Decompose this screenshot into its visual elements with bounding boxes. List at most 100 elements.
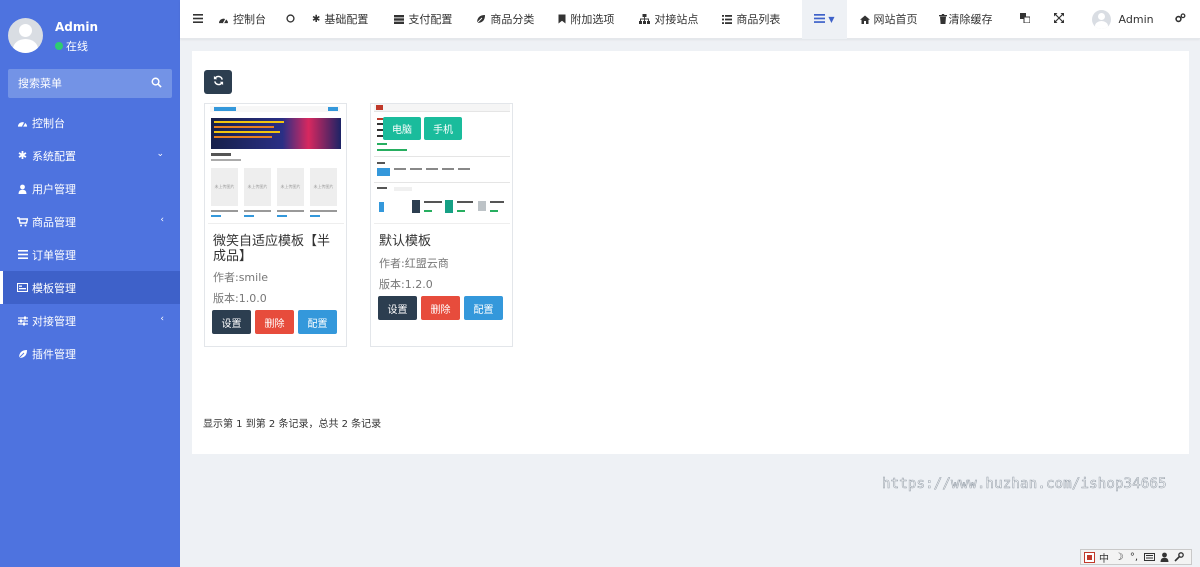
delete-button[interactable]: 删除	[421, 296, 460, 320]
refresh-icon	[213, 75, 224, 89]
search-icon[interactable]	[151, 77, 162, 91]
sidebar-item-label: 对接管理	[32, 314, 76, 328]
user-panel: Admin 在线	[0, 0, 180, 62]
sidebar-item-label: 插件管理	[32, 347, 76, 361]
template-author: 作者:红盟云商	[379, 257, 449, 270]
nav-tab-docking-sites[interactable]: 对接站点	[626, 0, 710, 39]
nav-tab-payment-config[interactable]: 支付配置	[380, 0, 464, 39]
user-icon[interactable]	[1158, 551, 1170, 563]
configure-button[interactable]: 配置	[464, 296, 503, 320]
leaf-icon	[476, 14, 486, 24]
gear-icon: ✱	[17, 149, 28, 162]
template-title: 默认模板	[379, 234, 432, 249]
delete-button[interactable]: 删除	[255, 310, 294, 334]
nav-tab-label: 商品分类	[490, 13, 535, 26]
thumb-placeholder: 未上传图片	[277, 168, 304, 206]
nav-tab-basic-config[interactable]: ✱ 基础配置	[312, 0, 380, 39]
template-author: 作者:smile	[213, 271, 269, 284]
dashboard-icon	[218, 15, 229, 24]
list-icon	[17, 250, 28, 259]
nav-tab-goods-list[interactable]: 商品列表	[710, 0, 802, 39]
nav-more-dropdown[interactable]: ▼	[802, 0, 847, 39]
template-preview-image[interactable]: 未上传图片 未上传图片 未上传图片 未上传图片	[208, 104, 344, 224]
gears-icon	[1174, 12, 1186, 26]
nav-tab-label: 控制台	[233, 13, 266, 26]
menu-search	[8, 69, 172, 98]
caret-down-icon: ▼	[828, 14, 835, 24]
circle-icon	[286, 13, 295, 26]
server-icon	[394, 14, 405, 24]
nav-refresh-button[interactable]	[276, 0, 312, 39]
sidebar-item-label: 用户管理	[32, 182, 76, 196]
bookmark-icon	[558, 14, 566, 24]
ime-logo-icon[interactable]	[1083, 551, 1095, 563]
nav-fullscreen-button[interactable]	[1044, 0, 1087, 39]
sidebar-item-label: 商品管理	[32, 215, 76, 229]
online-dot-icon	[55, 42, 63, 50]
nav-home-link[interactable]: 网站首页	[847, 0, 930, 39]
configure-button[interactable]: 配置	[298, 310, 337, 334]
sidebar: Admin 在线 控制台 ✱ 系统配置 ⌄ 用户管理 商品管理 ‹	[0, 0, 180, 567]
thumb-placeholder: 未上传图片	[310, 168, 337, 206]
sidebar-item-label: 系统配置	[32, 149, 76, 163]
preview-desktop-button[interactable]: 电脑	[383, 117, 421, 140]
chevron-left-icon: ‹	[160, 215, 164, 225]
nav-clear-cache-label: 清除缓存	[948, 13, 993, 26]
top-navbar: 控制台 ✱ 基础配置 支付配置 商品分类 附加选项 对接站点 商品列表 ▼ 网站…	[180, 0, 1200, 39]
nav-language-button[interactable]	[1007, 0, 1044, 39]
settings-button[interactable]: 设置	[212, 310, 251, 334]
sidebar-item-plugins[interactable]: 插件管理	[0, 337, 180, 370]
ime-toolbar: 中 ☽ °,	[1080, 549, 1192, 565]
nav-tab-goods-category[interactable]: 商品分类	[464, 0, 546, 39]
thumb-placeholder: 未上传图片	[244, 168, 271, 206]
chevron-left-icon: ‹	[160, 314, 164, 324]
sidebar-item-templates[interactable]: 模板管理	[0, 271, 180, 304]
nav-tab-addon-options[interactable]: 附加选项	[546, 0, 626, 39]
user-avatar[interactable]	[8, 18, 43, 53]
sidebar-item-integration[interactable]: 对接管理 ‹	[0, 304, 180, 337]
punctuation-icon[interactable]: °,	[1128, 551, 1140, 563]
menu-search-input[interactable]	[18, 77, 138, 90]
sliders-icon	[17, 316, 28, 326]
template-version: 版本:1.0.0	[213, 292, 267, 305]
user-icon	[17, 184, 28, 194]
nav-tab-label: 支付配置	[408, 13, 453, 26]
sidebar-item-dashboard[interactable]: 控制台	[0, 106, 180, 139]
nav-tab-label: 附加选项	[570, 13, 615, 26]
pagination-info: 显示第 1 到第 2 条记录，总共 2 条记录	[203, 419, 382, 430]
nav-tab-dashboard[interactable]: 控制台	[215, 0, 276, 39]
sidebar-item-users[interactable]: 用户管理	[0, 172, 180, 205]
moon-icon[interactable]: ☽	[1113, 551, 1125, 563]
ime-mode-toggle[interactable]: 中	[1098, 551, 1110, 565]
settings-button[interactable]: 设置	[378, 296, 417, 320]
nav-settings-button[interactable]	[1174, 0, 1186, 39]
preview-mobile-button[interactable]: 手机	[424, 117, 462, 140]
home-icon	[859, 15, 870, 24]
list-icon	[814, 12, 826, 26]
nav-clear-cache-button[interactable]: 清除缓存	[930, 0, 1007, 39]
template-actions: 设置 删除 配置	[378, 296, 503, 320]
keyboard-icon[interactable]	[1143, 551, 1155, 563]
nav-user-name: Admin	[1118, 12, 1154, 26]
hamburger-icon	[193, 13, 203, 26]
translate-icon	[1019, 12, 1031, 26]
gear-icon: ✱	[312, 13, 321, 25]
sidebar-item-goods[interactable]: 商品管理 ‹	[0, 205, 180, 238]
user-name: Admin	[55, 20, 99, 34]
sidebar-item-label: 控制台	[32, 116, 65, 130]
thumb-placeholder: 未上传图片	[211, 168, 238, 206]
sidebar-item-label: 订单管理	[32, 248, 76, 262]
nav-tab-label: 对接站点	[654, 13, 699, 26]
trash-icon	[938, 14, 947, 24]
sidebar-item-orders[interactable]: 订单管理	[0, 238, 180, 271]
template-card: 电脑 手机 默认模板 作者:红盟云商 版本:1.2.0 设置 删除 配置	[370, 103, 513, 347]
sidebar-item-system-config[interactable]: ✱ 系统配置 ⌄	[0, 139, 180, 172]
template-version: 版本:1.2.0	[379, 278, 433, 291]
leaf-icon	[17, 349, 28, 359]
refresh-button[interactable]	[204, 70, 232, 94]
wrench-icon[interactable]	[1173, 551, 1185, 563]
template-card: 未上传图片 未上传图片 未上传图片 未上传图片 微笑自适应模板【半成品】 作者:…	[204, 103, 347, 347]
user-status: 在线	[55, 38, 88, 54]
nav-user-menu[interactable]: Admin	[1087, 0, 1175, 39]
sidebar-toggle-button[interactable]	[180, 0, 215, 39]
